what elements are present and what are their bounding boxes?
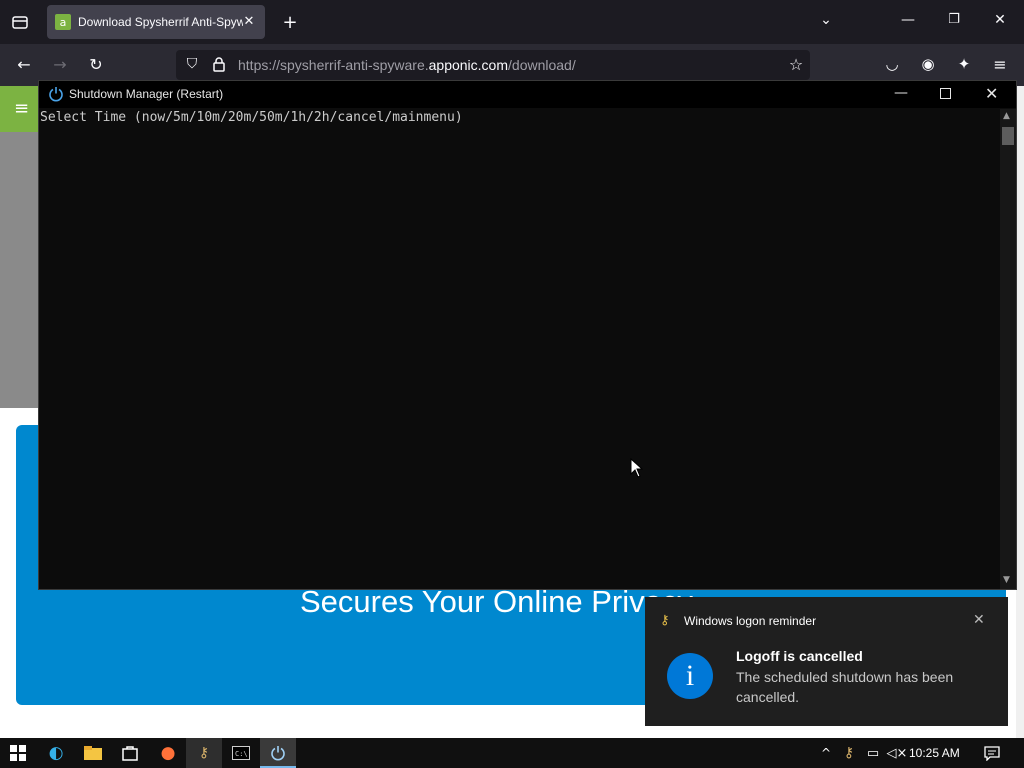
tab-close-icon[interactable]: ✕ xyxy=(241,13,257,29)
console-scroll-down-icon[interactable]: ▼ xyxy=(1003,575,1010,585)
account-icon[interactable]: ◉ xyxy=(918,55,938,73)
svg-text:C:\: C:\ xyxy=(235,750,248,758)
url-prefix: https://spysherrif-anti-spyware. xyxy=(238,57,429,73)
store-icon[interactable] xyxy=(112,738,148,768)
hamburger-icon: ≡ xyxy=(14,98,30,119)
toast-notification[interactable]: ⚷ Windows logon reminder ✕ i Logoff is c… xyxy=(645,597,1008,726)
shutdown-manager-taskbar-icon[interactable] xyxy=(260,738,296,768)
bookmark-star-icon[interactable]: ☆ xyxy=(786,55,806,74)
toast-title: Logoff is cancelled xyxy=(736,648,863,664)
info-icon: i xyxy=(667,653,713,699)
taskbar-clock[interactable]: 10:25 AM xyxy=(909,746,960,760)
browser-tab-active[interactable]: a Download Spysherrif Anti-Spyware ✕ xyxy=(47,5,265,39)
notification-center-icon[interactable] xyxy=(972,738,1012,768)
tab-list-icon[interactable] xyxy=(10,13,30,31)
console-scroll-up-icon[interactable]: ▲ xyxy=(1003,111,1010,121)
keys-icon: ⚷ xyxy=(660,613,670,628)
console-prompt-text: Select Time (now/5m/10m/20m/50m/1h/2h/ca… xyxy=(40,110,463,125)
keys-app-icon[interactable]: ⚷ xyxy=(186,738,222,768)
list-all-tabs-icon[interactable]: ⌄ xyxy=(816,12,836,28)
site-menu-button[interactable]: ≡ xyxy=(0,86,40,132)
pocket-icon[interactable]: ◡ xyxy=(882,55,902,73)
console-close-icon[interactable]: ✕ xyxy=(985,84,998,103)
tab-title: Download Spysherrif Anti-Spyware xyxy=(78,15,243,29)
console-title: Shutdown Manager (Restart) xyxy=(69,87,224,101)
console-minimize-icon[interactable]: — xyxy=(894,85,908,101)
power-icon xyxy=(48,86,64,102)
reload-icon[interactable]: ↻ xyxy=(86,55,106,74)
extensions-icon[interactable]: ✦ xyxy=(954,55,974,73)
file-explorer-icon[interactable] xyxy=(75,738,111,768)
back-arrow-icon[interactable]: ← xyxy=(14,55,34,74)
app-menu-icon[interactable]: ≡ xyxy=(990,55,1010,74)
console-scrollbar-thumb[interactable] xyxy=(1002,127,1014,145)
url-path: /download/ xyxy=(508,57,576,73)
console-window[interactable]: Shutdown Manager (Restart) — ✕ Select Ti… xyxy=(38,80,1017,590)
new-tab-icon[interactable]: + xyxy=(280,12,300,33)
page-banner xyxy=(0,132,40,408)
url-text[interactable]: https://spysherrif-anti-spyware.apponic.… xyxy=(238,57,576,73)
toast-close-icon[interactable]: ✕ xyxy=(973,612,985,628)
page-scrollbar[interactable] xyxy=(1016,86,1024,738)
console-maximize-icon[interactable] xyxy=(940,88,951,99)
browser-minimize-icon[interactable]: — xyxy=(898,12,918,28)
firefox-icon[interactable]: ● xyxy=(150,738,186,768)
browser-close-icon[interactable]: ✕ xyxy=(990,12,1010,28)
url-domain: apponic.com xyxy=(428,57,509,73)
forward-arrow-icon[interactable]: → xyxy=(50,55,70,74)
tracking-protection-shield-icon[interactable]: ⛉ xyxy=(183,56,201,72)
browser-restore-icon[interactable]: ❐ xyxy=(944,12,964,27)
console-scrollbar[interactable] xyxy=(1000,109,1016,589)
command-prompt-icon[interactable]: C:\ xyxy=(223,738,259,768)
toast-app-name: Windows logon reminder xyxy=(684,614,817,628)
tab-favicon-icon: a xyxy=(55,14,71,30)
mouse-cursor-icon xyxy=(630,457,644,478)
lock-icon[interactable] xyxy=(210,56,228,76)
windows-start-icon[interactable] xyxy=(0,738,36,768)
edge-browser-icon[interactable]: ◐ xyxy=(38,738,74,768)
toast-body: The scheduled shutdown has been cancelle… xyxy=(736,669,954,705)
